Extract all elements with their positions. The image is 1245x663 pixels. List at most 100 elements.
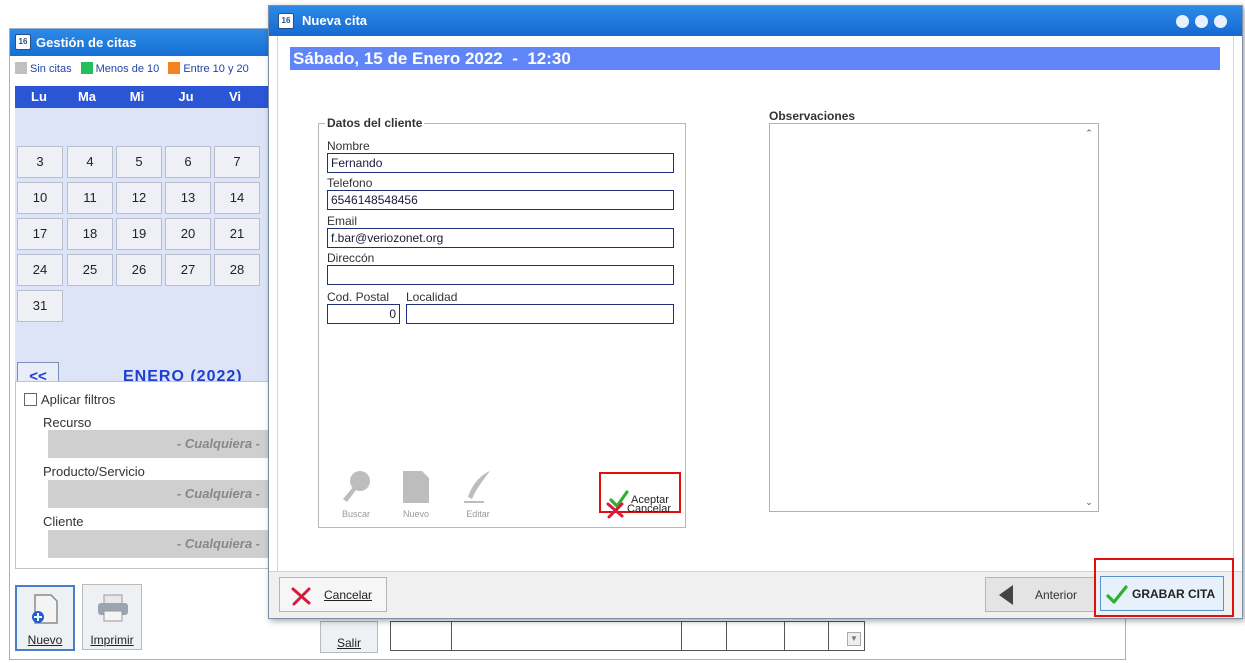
calendar-day[interactable]: 13 (165, 182, 211, 214)
imprimir-button[interactable]: Imprimir (82, 584, 142, 650)
grid-cell[interactable] (727, 622, 785, 650)
legend-swatch-grey (15, 62, 27, 74)
cod-postal-input[interactable]: 0 (327, 304, 400, 324)
calendar-day[interactable]: 27 (165, 254, 211, 286)
grabar-cita-button[interactable]: GRABAR CITA (1100, 576, 1224, 611)
check-icon (1106, 585, 1128, 604)
anterior-button[interactable]: Anterior (985, 577, 1095, 612)
telefono-label: Telefono (327, 176, 373, 190)
salir-button[interactable]: Salir (320, 621, 378, 653)
nueva-cita-dialog: 16 Nueva cita Sábado, 15 de Enero 2022 -… (268, 5, 1243, 619)
weekday-lu: Lu (31, 89, 47, 104)
legend-sin-citas: Sin citas (15, 62, 72, 75)
localidad-label: Localidad (406, 290, 458, 304)
calendar-icon: 16 (15, 34, 31, 50)
recurso-label: Recurso (43, 415, 92, 430)
imprimir-button-label: Imprimir (90, 633, 134, 647)
client-group-label: Datos del cliente (325, 116, 425, 130)
buscar-button[interactable]: Buscar (336, 469, 376, 531)
cliente-select[interactable]: - Cualquiera - (48, 530, 270, 558)
calendar-day[interactable]: 19 (116, 218, 162, 250)
editar-button[interactable]: Editar (458, 469, 498, 531)
calendar-day[interactable]: 26 (116, 254, 162, 286)
calendar-day[interactable]: 10 (17, 182, 63, 214)
cancelar-client-button[interactable]: Cancelar (605, 501, 685, 519)
arrow-left-icon (999, 585, 1013, 605)
telefono-input[interactable]: 6546148548456 (327, 190, 674, 210)
calendar-day[interactable]: 17 (17, 218, 63, 250)
email-input[interactable]: f.bar@veriozonet.org (327, 228, 674, 248)
cancelar-button-label: Cancelar (324, 588, 373, 602)
scroll-down-icon[interactable]: ⌄ (1084, 497, 1094, 507)
direccion-input[interactable] (327, 265, 674, 285)
calendar-day[interactable]: 25 (67, 254, 113, 286)
calendar-day[interactable]: 7 (214, 146, 260, 178)
weekday-ma: Ma (77, 89, 97, 104)
cancelar-button[interactable]: Cancelar (279, 577, 387, 612)
grid-scroll-down-icon[interactable]: ▼ (847, 632, 861, 646)
grid-cell[interactable] (785, 622, 829, 650)
cod-postal-label: Cod. Postal (327, 290, 390, 304)
grabar-cita-label: GRABAR CITA (1132, 587, 1216, 601)
weekday-ju: Ju (178, 89, 194, 104)
calendar-day[interactable]: 6 (165, 146, 211, 178)
observaciones-label: Observaciones (769, 109, 856, 123)
calendar-day[interactable]: 14 (214, 182, 260, 214)
producto-select[interactable]: - Cualquiera - (48, 480, 270, 508)
calendar-day[interactable]: 20 (165, 218, 211, 250)
nuevo-cliente-button[interactable]: Nuevo (396, 469, 436, 531)
dialog-title-bar[interactable]: 16 Nueva cita (269, 6, 1242, 36)
observaciones-textarea[interactable]: ⌃ ⌄ (769, 123, 1099, 512)
calendar-day[interactable]: 12 (116, 182, 162, 214)
nuevo-button[interactable]: Nuevo (15, 585, 75, 651)
calendar-icon: 16 (278, 13, 294, 29)
cliente-label: Cliente (43, 514, 84, 529)
calendar-day[interactable]: 31 (17, 290, 63, 322)
cancel-x-icon (606, 502, 624, 519)
weekday-mi: Mi (129, 89, 145, 104)
cancelar-client-label: Cancelar (627, 503, 672, 515)
grid-cell[interactable] (682, 622, 727, 650)
legend-swatch-orange (168, 62, 181, 74)
calendar-day[interactable]: 24 (17, 254, 63, 286)
recurso-select[interactable]: - Cualquiera - (48, 430, 270, 458)
minimize-icon[interactable] (1176, 15, 1189, 28)
nuevo-button-label: Nuevo (27, 633, 63, 647)
nombre-input[interactable]: Fernando (327, 153, 674, 173)
nombre-label: Nombre (327, 139, 370, 153)
nuevo-cliente-label: Nuevo (402, 509, 429, 519)
calendar-weekday-header: Lu Ma Mi Ju Vi (15, 86, 273, 108)
grid-cell[interactable] (452, 622, 682, 650)
producto-label: Producto/Servicio (43, 464, 145, 479)
legend-entre-10-20: Entre 10 y 20 (168, 62, 249, 75)
dialog-title: Nueva cita (302, 13, 368, 28)
apply-filters-label: Aplicar filtros (41, 392, 116, 407)
cancel-x-icon (291, 587, 311, 606)
apply-filters-checkbox[interactable] (24, 393, 37, 406)
client-data-group: Datos del cliente Nombre Fernando Telefo… (318, 116, 686, 531)
calendar-day[interactable]: 11 (67, 182, 113, 214)
calendar-day[interactable]: 3 (17, 146, 63, 178)
calendar-legend: Sin citas Menos de 10 Entre 10 y 20 (15, 62, 255, 80)
anterior-button-label: Anterior (1035, 588, 1078, 602)
calendar-day[interactable]: 21 (214, 218, 260, 250)
scroll-up-icon[interactable]: ⌃ (1084, 128, 1094, 138)
edit-feather-icon (464, 471, 490, 503)
salir-button-label: Salir (336, 636, 361, 650)
calendar-day[interactable]: 18 (67, 218, 113, 250)
dialog-body: Sábado, 15 de Enero 2022 - 12:30 Datos d… (277, 36, 1234, 571)
legend-swatch-green (80, 62, 93, 74)
close-icon[interactable] (1214, 15, 1227, 28)
bg-window-title: Gestión de citas (36, 35, 137, 50)
calendar-day[interactable]: 28 (214, 254, 260, 286)
email-label: Email (327, 214, 358, 228)
filters-panel: Aplicar filtros Recurso - Cualquiera - P… (15, 381, 270, 569)
localidad-input[interactable] (406, 304, 674, 324)
maximize-icon[interactable] (1195, 15, 1208, 28)
direccion-label: Direccón (327, 251, 375, 265)
buscar-label: Buscar (341, 509, 370, 519)
calendar-day[interactable]: 5 (116, 146, 162, 178)
new-document-icon (403, 471, 429, 503)
grid-cell[interactable] (391, 622, 452, 650)
calendar-day[interactable]: 4 (67, 146, 113, 178)
